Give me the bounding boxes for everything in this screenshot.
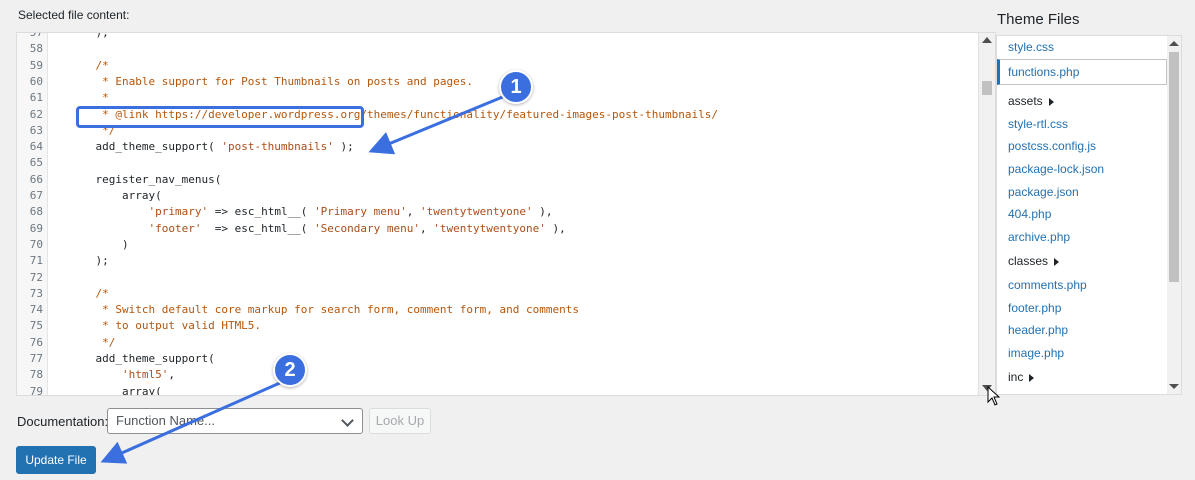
- arrow-to-highlight: [368, 94, 506, 155]
- arrow-to-update-button: [100, 380, 283, 464]
- callout-badge-2: 2: [273, 353, 307, 387]
- callout-badge-1: 1: [499, 70, 533, 104]
- mouse-cursor-icon: [987, 386, 1001, 406]
- annotation-arrows: [100, 94, 506, 464]
